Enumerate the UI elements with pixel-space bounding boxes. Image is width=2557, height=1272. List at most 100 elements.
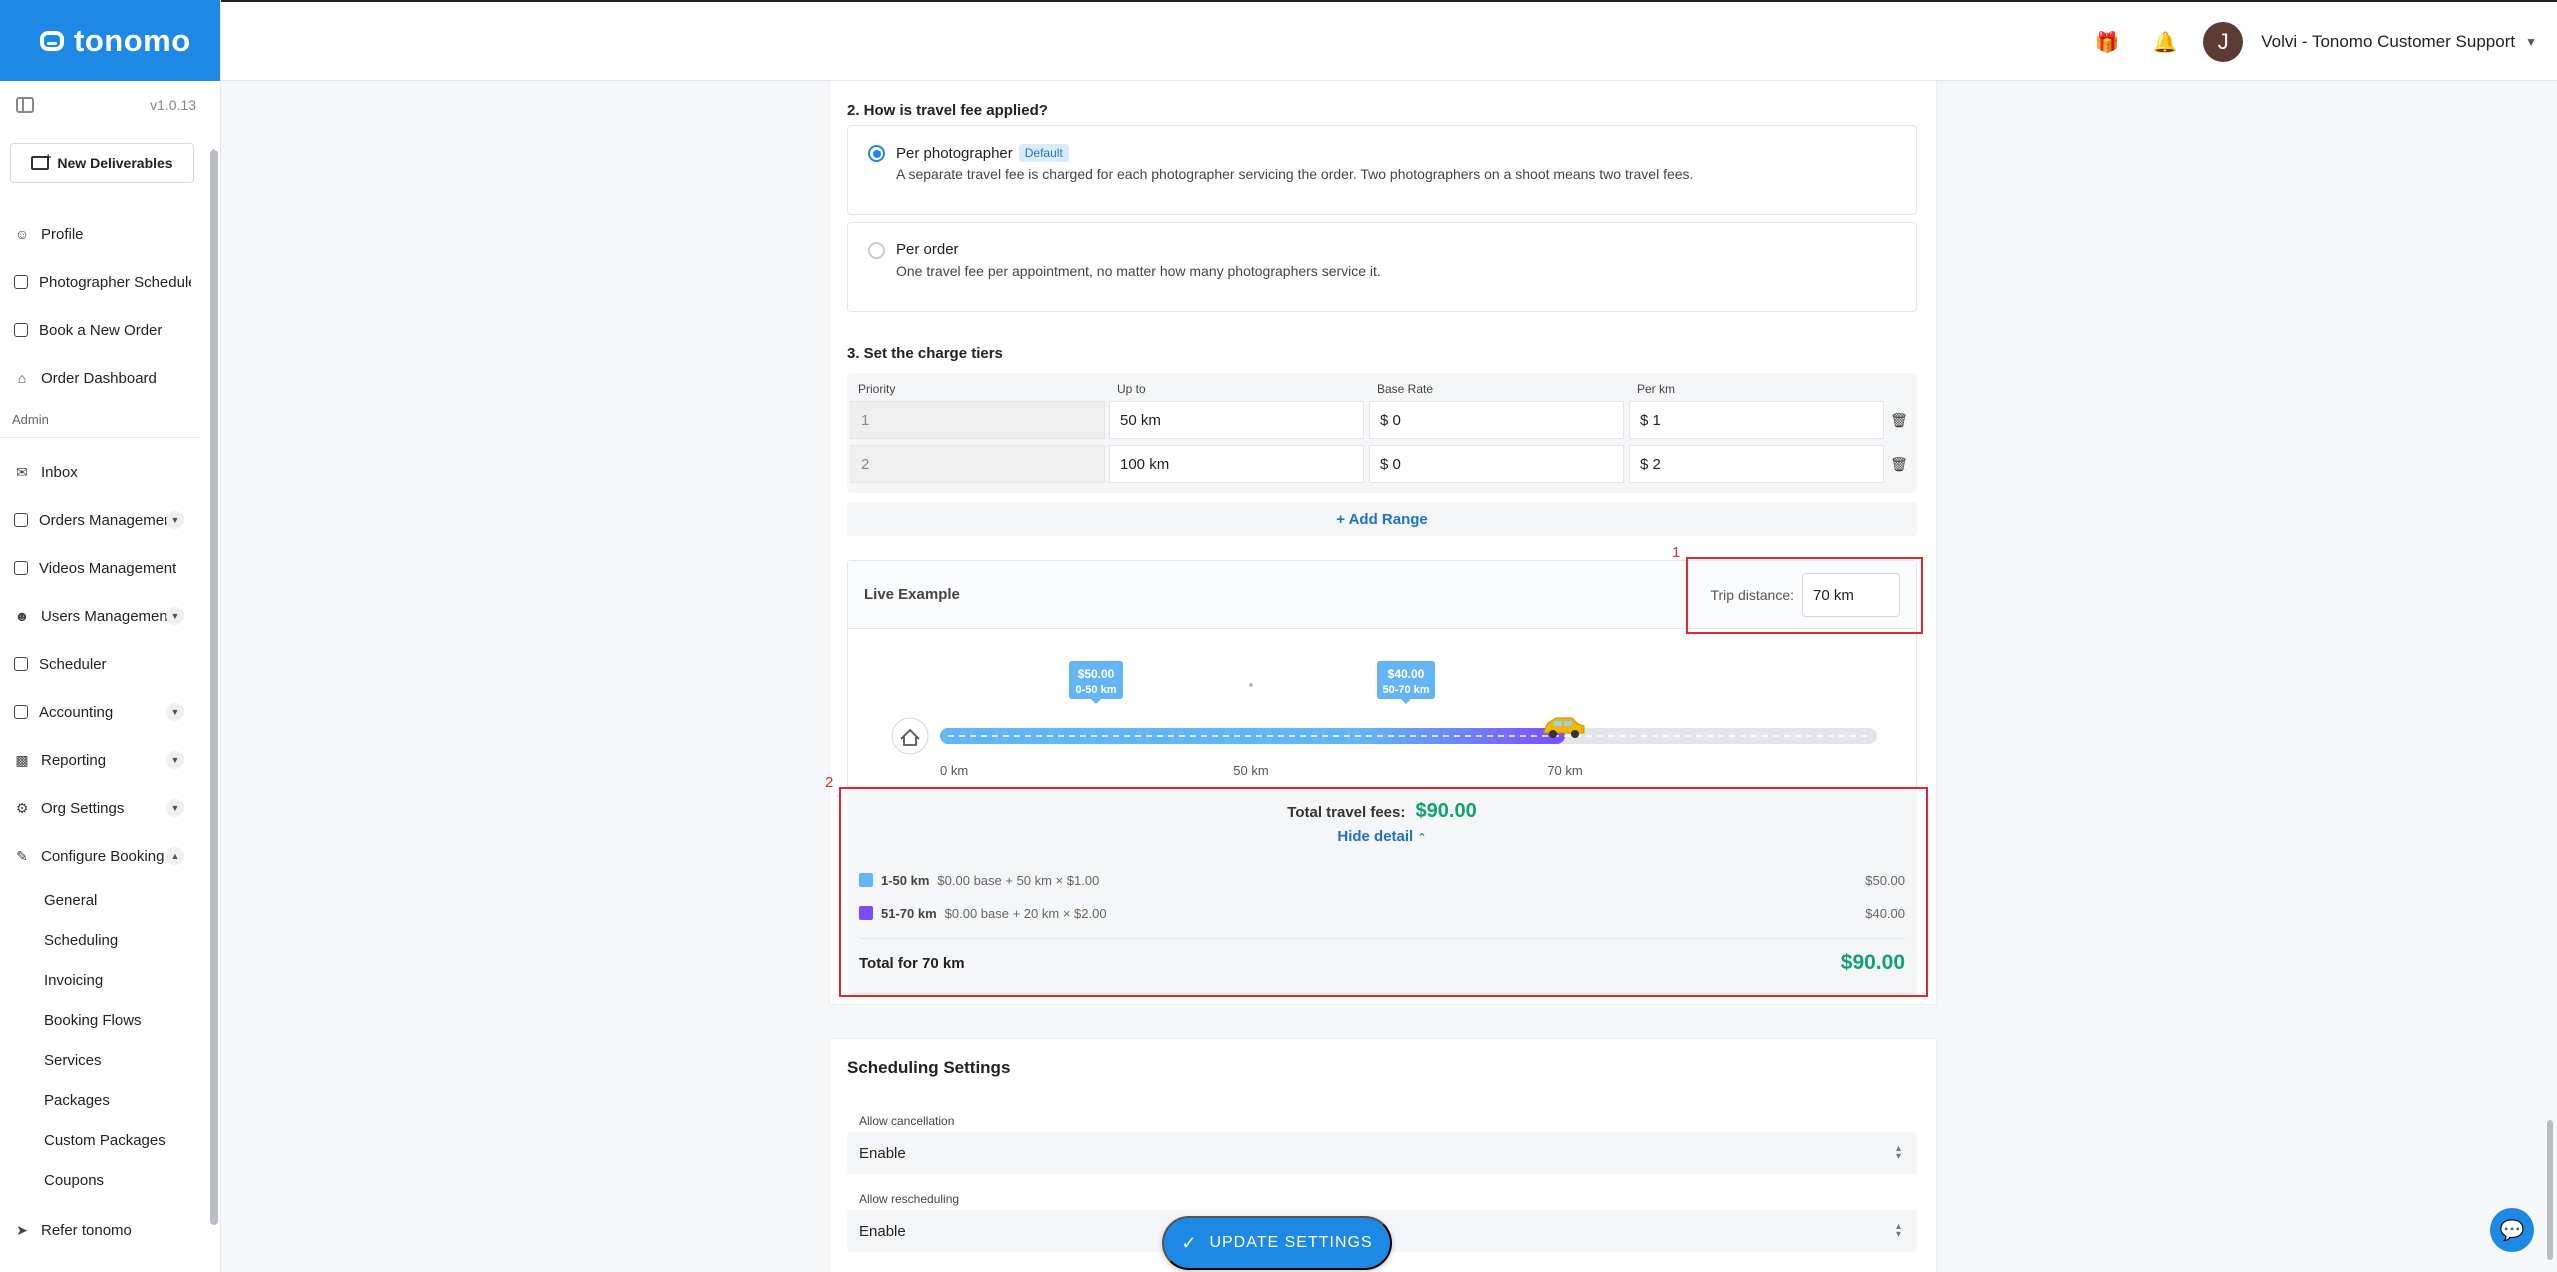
- chat-support-icon[interactable]: 💬: [2490, 1208, 2534, 1252]
- home-icon: [891, 717, 929, 755]
- option-description: One travel fee per appointment, no matte…: [896, 263, 1381, 279]
- sidebar-sub-services[interactable]: Services: [0, 1040, 206, 1080]
- option-per-photographer[interactable]: Per photographer Default A separate trav…: [847, 125, 1917, 215]
- callout-number-2: 2: [825, 774, 834, 791]
- sidebar-item-label: Book a New Order: [39, 321, 163, 339]
- sidebar-item-scheduler[interactable]: Scheduler: [0, 640, 206, 688]
- calendar-icon: [14, 657, 28, 671]
- bell-icon[interactable]: 🔔: [2145, 22, 2185, 62]
- marker-2-price: $40.00: [1388, 667, 1425, 681]
- chevron-down-icon[interactable]: ▼: [2525, 35, 2537, 49]
- option-per-order[interactable]: Per order One travel fee per appointment…: [847, 222, 1917, 312]
- priority-field: 1: [850, 401, 1105, 439]
- chevron-up-icon[interactable]: ▲: [166, 847, 184, 865]
- sidebar-item-label: Order Dashboard: [41, 369, 157, 387]
- sidebar-item-label: Profile: [41, 225, 84, 243]
- axis-label-50: 50 km: [1233, 763, 1268, 778]
- radio-per-photographer[interactable]: [868, 145, 885, 162]
- user-name[interactable]: Volvi - Tonomo Customer Support: [2261, 32, 2515, 52]
- card-icon: [14, 705, 28, 719]
- sidebar-item-label: Accounting: [39, 703, 114, 721]
- sidebar-item-inbox[interactable]: ✉ Inbox: [0, 448, 206, 496]
- sidebar-item-label: Photographer Schedule: [39, 273, 191, 291]
- chevron-down-icon[interactable]: ▼: [166, 703, 184, 721]
- sidebar-item-photographer-schedule[interactable]: Photographer Schedule: [0, 258, 206, 306]
- sidebar-sub-coupons[interactable]: Coupons: [0, 1160, 206, 1200]
- sidebar-item-orders-management[interactable]: Orders Management ▼: [0, 496, 206, 544]
- brand-logo[interactable]: tonomo: [0, 0, 220, 81]
- send-icon: ➤: [16, 1221, 28, 1238]
- charge-tiers-title: 3. Set the charge tiers: [847, 345, 1003, 362]
- per-km-input[interactable]: $ 1: [1629, 401, 1884, 439]
- distance-visualization: $50.00 0-50 km $40.00 50-70 km 0 km 50 k…: [891, 661, 1877, 778]
- base-rate-input[interactable]: $ 0: [1369, 445, 1624, 483]
- track-progress-fill: [940, 728, 1565, 744]
- marker-2-range: 50-70 km: [1382, 684, 1429, 696]
- callout-number-1: 1: [1672, 544, 1681, 561]
- priority-field: 2: [850, 445, 1105, 483]
- radio-per-order[interactable]: [868, 242, 885, 259]
- trash-icon[interactable]: 🗑: [1890, 456, 1908, 472]
- new-deliverables-label: New Deliverables: [57, 155, 173, 171]
- sidebar-item-label: Org Settings: [41, 799, 125, 817]
- travel-fee-question: 2. How is travel fee applied?: [847, 102, 1048, 119]
- allow-cancellation-label: Allow cancellation: [859, 1114, 955, 1128]
- callout-box-1: [1686, 557, 1923, 634]
- sidebar-sub-invoicing[interactable]: Invoicing: [0, 960, 206, 1000]
- person-icon: ☺: [14, 226, 30, 242]
- live-example-title: Live Example: [864, 586, 960, 603]
- video-icon: [14, 561, 28, 575]
- app-version: v1.0.13: [150, 97, 196, 113]
- add-range-button[interactable]: + Add Range: [847, 502, 1917, 536]
- chevron-down-icon[interactable]: ▼: [166, 511, 184, 529]
- sidebar-item-label: Videos Management: [39, 559, 177, 577]
- per-km-input[interactable]: $ 2: [1629, 445, 1884, 483]
- base-rate-input[interactable]: $ 0: [1369, 401, 1624, 439]
- axis-label-0: 0 km: [940, 763, 968, 778]
- chart-icon: ▩: [15, 751, 29, 768]
- sidebar-sub-booking-flows[interactable]: Booking Flows: [0, 1000, 206, 1040]
- upto-input[interactable]: 100 km: [1109, 445, 1364, 483]
- top-header: 🎁 🔔 J Volvi - Tonomo Customer Support ▼: [221, 0, 2557, 81]
- avatar[interactable]: J: [2203, 22, 2244, 62]
- sidebar-sub-custom-packages[interactable]: Custom Packages: [0, 1120, 206, 1160]
- sidebar-nav: ☺ Profile Photographer Schedule Book a N…: [0, 210, 206, 1254]
- allow-cancellation-select[interactable]: Enable ▴ ▾: [847, 1132, 1917, 1174]
- sidebar-item-profile[interactable]: ☺ Profile: [0, 210, 206, 258]
- collapse-sidebar-icon[interactable]: [16, 97, 34, 113]
- sidebar-item-accounting[interactable]: Accounting ▼: [0, 688, 206, 736]
- charge-tiers-table: Priority Up to Base Rate Per km 1 50 km …: [847, 373, 1917, 493]
- sidebar-sub-packages[interactable]: Packages: [0, 1080, 206, 1120]
- main-scrollbar[interactable]: [2547, 1120, 2553, 1260]
- sidebar-item-reporting[interactable]: ▩ Reporting ▼: [0, 736, 206, 784]
- select-caret-icon: ▴ ▾: [1895, 1143, 1901, 1162]
- sidebar-scrollbar[interactable]: [210, 150, 218, 1225]
- sidebar-sub-general[interactable]: General: [0, 880, 206, 920]
- sidebar-item-book-order[interactable]: Book a New Order: [0, 306, 206, 354]
- new-deliverables-button[interactable]: New Deliverables: [10, 143, 194, 183]
- gift-icon[interactable]: 🎁: [2087, 22, 2127, 62]
- sidebar-item-configure-booking[interactable]: ✎ Configure Booking ▲: [0, 832, 206, 880]
- trash-icon[interactable]: 🗑: [1890, 412, 1908, 428]
- sidebar-item-users-management[interactable]: ☻ Users Management ▼: [0, 592, 206, 640]
- sidebar-item-label: Orders Management: [39, 511, 177, 529]
- book-icon: [14, 323, 28, 337]
- default-badge: Default: [1018, 144, 1069, 162]
- sidebar-item-org-settings[interactable]: ⚙ Org Settings ▼: [0, 784, 206, 832]
- folder-plus-icon: [31, 152, 51, 170]
- sidebar-sub-scheduling[interactable]: Scheduling: [0, 920, 206, 960]
- chevron-down-icon[interactable]: ▼: [166, 751, 184, 769]
- sidebar-item-refer[interactable]: ➤ Refer tonomo: [0, 1206, 206, 1254]
- sidebar-item-label: Reporting: [41, 751, 107, 769]
- chevron-down-icon[interactable]: ▼: [166, 607, 184, 625]
- upto-input[interactable]: 50 km: [1109, 401, 1364, 439]
- update-settings-button[interactable]: ✓ UPDATE SETTINGS: [1162, 1216, 1392, 1270]
- schedule-icon: [14, 275, 28, 289]
- midpoint-dot: [1249, 683, 1253, 687]
- sidebar: tonomo v1.0.13 New Deliverables ☺ Profil…: [0, 0, 221, 1272]
- chevron-down-icon[interactable]: ▼: [166, 799, 184, 817]
- check-icon: ✓: [1181, 1232, 1198, 1253]
- sidebar-item-order-dashboard[interactable]: ⌂ Order Dashboard: [0, 354, 206, 402]
- admin-section-label: Admin: [0, 402, 200, 438]
- sidebar-item-videos-management[interactable]: Videos Management: [0, 544, 206, 592]
